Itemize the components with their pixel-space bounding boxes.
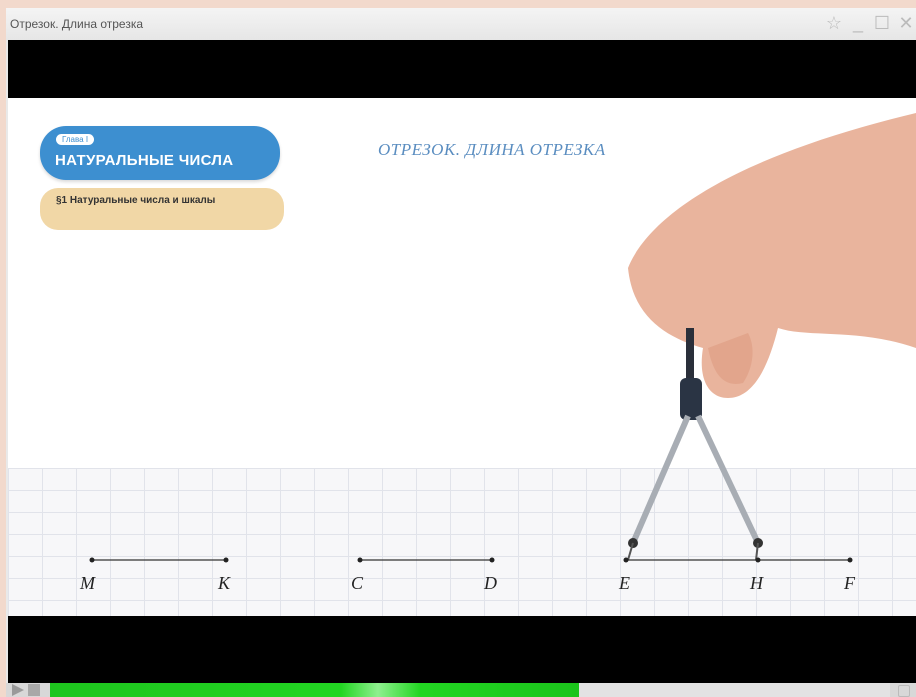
volume-icon[interactable] bbox=[898, 685, 910, 697]
lesson-stage: Глава I НАТУРАЛЬНЫЕ ЧИСЛА §1 Натуральные… bbox=[8, 98, 916, 616]
point-label-m: M bbox=[79, 573, 96, 593]
progress-fill bbox=[50, 683, 580, 697]
title-bar: Отрезок. Длина отрезка ☆ _ ☐ ✕ bbox=[6, 8, 916, 40]
segment-mk bbox=[89, 557, 229, 563]
point-label-f: F bbox=[843, 573, 856, 593]
point-label-h: H bbox=[749, 573, 764, 593]
hand-illustration bbox=[628, 113, 916, 398]
minimize-icon[interactable]: _ bbox=[848, 12, 868, 34]
point-label-c: C bbox=[351, 573, 364, 593]
play-icon[interactable] bbox=[12, 684, 24, 696]
point-label-e: E bbox=[618, 573, 630, 593]
close-icon[interactable]: ✕ bbox=[896, 12, 916, 34]
player-controls bbox=[6, 683, 916, 697]
point-label-d: D bbox=[483, 573, 497, 593]
star-icon[interactable]: ☆ bbox=[824, 12, 844, 34]
video-area[interactable]: Глава I НАТУРАЛЬНЫЕ ЧИСЛА §1 Натуральные… bbox=[8, 40, 916, 683]
stop-icon[interactable] bbox=[28, 684, 40, 696]
window-controls: ☆ _ ☐ ✕ bbox=[824, 12, 916, 34]
point-label-k: K bbox=[217, 573, 231, 593]
player-window: Отрезок. Длина отрезка ☆ _ ☐ ✕ Глава I Н… bbox=[6, 8, 916, 697]
window-title: Отрезок. Длина отрезка bbox=[10, 17, 144, 31]
geometry-figure: M K C D E H F bbox=[79, 113, 916, 593]
maximize-icon[interactable]: ☐ bbox=[872, 12, 892, 34]
segment-cd bbox=[357, 557, 495, 563]
segment-ef bbox=[623, 557, 853, 563]
progress-bar[interactable] bbox=[50, 683, 890, 697]
